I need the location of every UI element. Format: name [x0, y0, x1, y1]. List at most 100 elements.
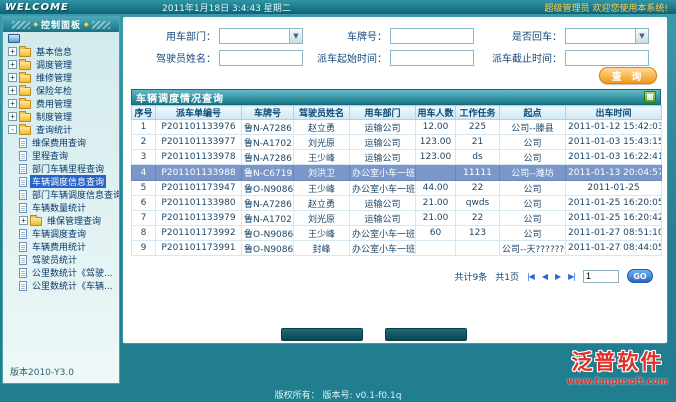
- table-row[interactable]: 9P201101173991鲁O-N9086封峰办公室小车一班公司--天????…: [132, 241, 662, 256]
- expand-toggle-icon[interactable]: +: [8, 86, 17, 95]
- department-select[interactable]: ▼: [219, 28, 303, 44]
- sidebar-item[interactable]: +基本信息: [3, 45, 119, 58]
- sidebar-item[interactable]: 车辆数量统计: [3, 201, 119, 214]
- folder-icon: [19, 126, 31, 135]
- sidebar-item[interactable]: 里程查询: [3, 149, 119, 162]
- sidebar-item-label: 车辆数量统计: [30, 201, 88, 214]
- sidebar-item-label: 公里数统计《车辆...: [30, 279, 115, 292]
- sidebar-item[interactable]: +维保管理查询: [3, 214, 119, 227]
- last-page-icon[interactable]: ▶|: [568, 272, 575, 281]
- table-cell: 22: [456, 181, 500, 196]
- table-title-bar: 车辆调度情况查询: [131, 89, 661, 105]
- start-time-input[interactable]: [390, 50, 474, 66]
- sidebar-item-label: 维保费用查询: [30, 136, 88, 149]
- column-header[interactable]: 车牌号: [242, 106, 294, 120]
- prev-page-icon[interactable]: ◀: [542, 272, 547, 281]
- field-returned: 是否回车： ▼: [493, 27, 649, 44]
- column-header[interactable]: 起点: [500, 106, 566, 120]
- export-excel-icon[interactable]: [644, 91, 656, 103]
- column-header[interactable]: 用车部门: [350, 106, 416, 120]
- column-header[interactable]: 出车时间: [566, 106, 662, 120]
- sidebar-item[interactable]: +制度管理: [3, 110, 119, 123]
- tree-root[interactable]: [3, 32, 119, 45]
- sidebar-item[interactable]: 驾驶员统计: [3, 253, 119, 266]
- sidebar-item[interactable]: 部门车辆调度信息查询: [3, 188, 119, 201]
- column-header[interactable]: 序号: [132, 106, 156, 120]
- table-cell: 2011-01-25 16:20:42: [566, 211, 662, 226]
- sidebar-header: ◆ 控制面板 ◆: [3, 17, 119, 32]
- driver-name-input[interactable]: [219, 50, 303, 66]
- sidebar-item[interactable]: 维保费用查询: [3, 136, 119, 149]
- table-row[interactable]: 1P201101133976鲁N-A7286赵立勇运输公司12.00225公司-…: [132, 120, 662, 135]
- table-cell: 赵立勇: [294, 120, 350, 135]
- pagination: 共计9条 共1页 |◀ ◀ ▶ ▶| GO: [455, 269, 654, 283]
- expand-toggle-icon[interactable]: +: [19, 216, 28, 225]
- sidebar-item-label: 保险年检: [34, 84, 74, 97]
- table-row[interactable]: 8P201101173992鲁O-N9086王少峰办公室小车一班60123公司2…: [132, 226, 662, 241]
- expand-toggle-icon[interactable]: +: [8, 112, 17, 121]
- field-end-time: 派车截止时间：: [475, 49, 649, 66]
- table-cell: P201101133988: [156, 165, 242, 181]
- sidebar-item[interactable]: +调度管理: [3, 58, 119, 71]
- greeting-text: 超级管理员 欢迎您使用本系统!: [545, 1, 668, 14]
- table-cell: 21.00: [416, 211, 456, 226]
- page-icon: [19, 281, 27, 291]
- bottom-button-1[interactable]: [281, 328, 363, 341]
- page-icon: [19, 164, 27, 174]
- folder-icon: [19, 87, 31, 96]
- table-cell: 123.00: [416, 150, 456, 165]
- column-header[interactable]: 用车人数: [416, 106, 456, 120]
- table-cell: 办公室小车一班: [350, 241, 416, 256]
- expand-toggle-icon[interactable]: +: [8, 73, 17, 82]
- table-cell: [456, 241, 500, 256]
- go-button[interactable]: GO: [627, 269, 653, 283]
- column-header[interactable]: 工作任务: [456, 106, 500, 120]
- sidebar-item[interactable]: 车辆调度查询: [3, 227, 119, 240]
- sidebar-item[interactable]: 公里数统计《驾驶...: [3, 266, 119, 279]
- sidebar-item[interactable]: +维修管理: [3, 71, 119, 84]
- sidebar-tree: +基本信息+调度管理+维修管理+保险年检+费用管理+制度管理-查询统计维保费用查…: [3, 45, 119, 292]
- main-panel: 用车部门： ▼ 车牌号： 是否回车： ▼ 驾驶员姓名： 派车起始时间： 派车截止…: [122, 16, 668, 344]
- expand-toggle-icon[interactable]: +: [8, 60, 17, 69]
- expand-toggle-icon[interactable]: +: [8, 99, 17, 108]
- column-header[interactable]: 派车单编号: [156, 106, 242, 120]
- sidebar-item[interactable]: 部门车辆里程查询: [3, 162, 119, 175]
- sidebar-item[interactable]: -查询统计: [3, 123, 119, 136]
- returned-select[interactable]: ▼: [565, 28, 649, 44]
- table-cell: 鲁N-A7286: [242, 196, 294, 211]
- table-cell: 7: [132, 211, 156, 226]
- expand-toggle-icon[interactable]: +: [8, 47, 17, 56]
- sidebar-item[interactable]: 车辆调度信息查询: [3, 175, 119, 188]
- table-row[interactable]: 3P201101133978鲁N-A7286王少峰运输公司123.00ds公司2…: [132, 150, 662, 165]
- sidebar: ◆ 控制面板 ◆ +基本信息+调度管理+维修管理+保险年检+费用管理+制度管理-…: [2, 16, 120, 384]
- end-time-label: 派车截止时间：: [475, 50, 565, 65]
- table-row[interactable]: 5P201101173947鲁O-N9086王少峰办公室小车一班44.0022公…: [132, 181, 662, 196]
- table-cell: [416, 165, 456, 181]
- table-row[interactable]: 6P201101133980鲁N-A7286赵立勇运输公司21.00qwds公司…: [132, 196, 662, 211]
- end-time-input[interactable]: [565, 50, 649, 66]
- table-row[interactable]: 2P201101133977鲁N-A1702刘光原运输公司123.0021公司2…: [132, 135, 662, 150]
- chevron-down-icon: ▼: [289, 29, 302, 43]
- sidebar-item-label: 部门车辆调度信息查询: [30, 188, 119, 201]
- sidebar-item[interactable]: 公里数统计《车辆...: [3, 279, 119, 292]
- search-button[interactable]: 查 询: [599, 67, 657, 84]
- page-number-input[interactable]: [583, 270, 619, 283]
- sidebar-item[interactable]: + 保险年检: [3, 84, 119, 97]
- collapse-toggle-icon[interactable]: -: [8, 125, 17, 134]
- sidebar-title: 控制面板: [41, 18, 81, 31]
- page-icon: [19, 268, 27, 278]
- column-header[interactable]: 驾驶员姓名: [294, 106, 350, 120]
- next-page-icon[interactable]: ▶: [555, 272, 560, 281]
- sidebar-item[interactable]: +费用管理: [3, 97, 119, 110]
- sidebar-item[interactable]: 车辆费用统计: [3, 240, 119, 253]
- table-cell: qwds: [456, 196, 500, 211]
- bottom-button-2[interactable]: [385, 328, 467, 341]
- table-cell: 2: [132, 135, 156, 150]
- plate-no-input[interactable]: [390, 28, 474, 44]
- table-row[interactable]: 7P201101133979鲁N-A1702刘光原运输公司21.0022公司20…: [132, 211, 662, 226]
- field-plate-no: 车牌号：: [328, 27, 474, 44]
- first-page-icon[interactable]: |◀: [527, 272, 534, 281]
- table-row[interactable]: 4P201101133988鲁N-C6719刘洪卫办公室小车一班11111公司-…: [132, 165, 662, 181]
- brand-site-url: www.fanpusoft.com: [567, 377, 668, 387]
- table-body: 1P201101133976鲁N-A7286赵立勇运输公司12.00225公司-…: [132, 120, 662, 256]
